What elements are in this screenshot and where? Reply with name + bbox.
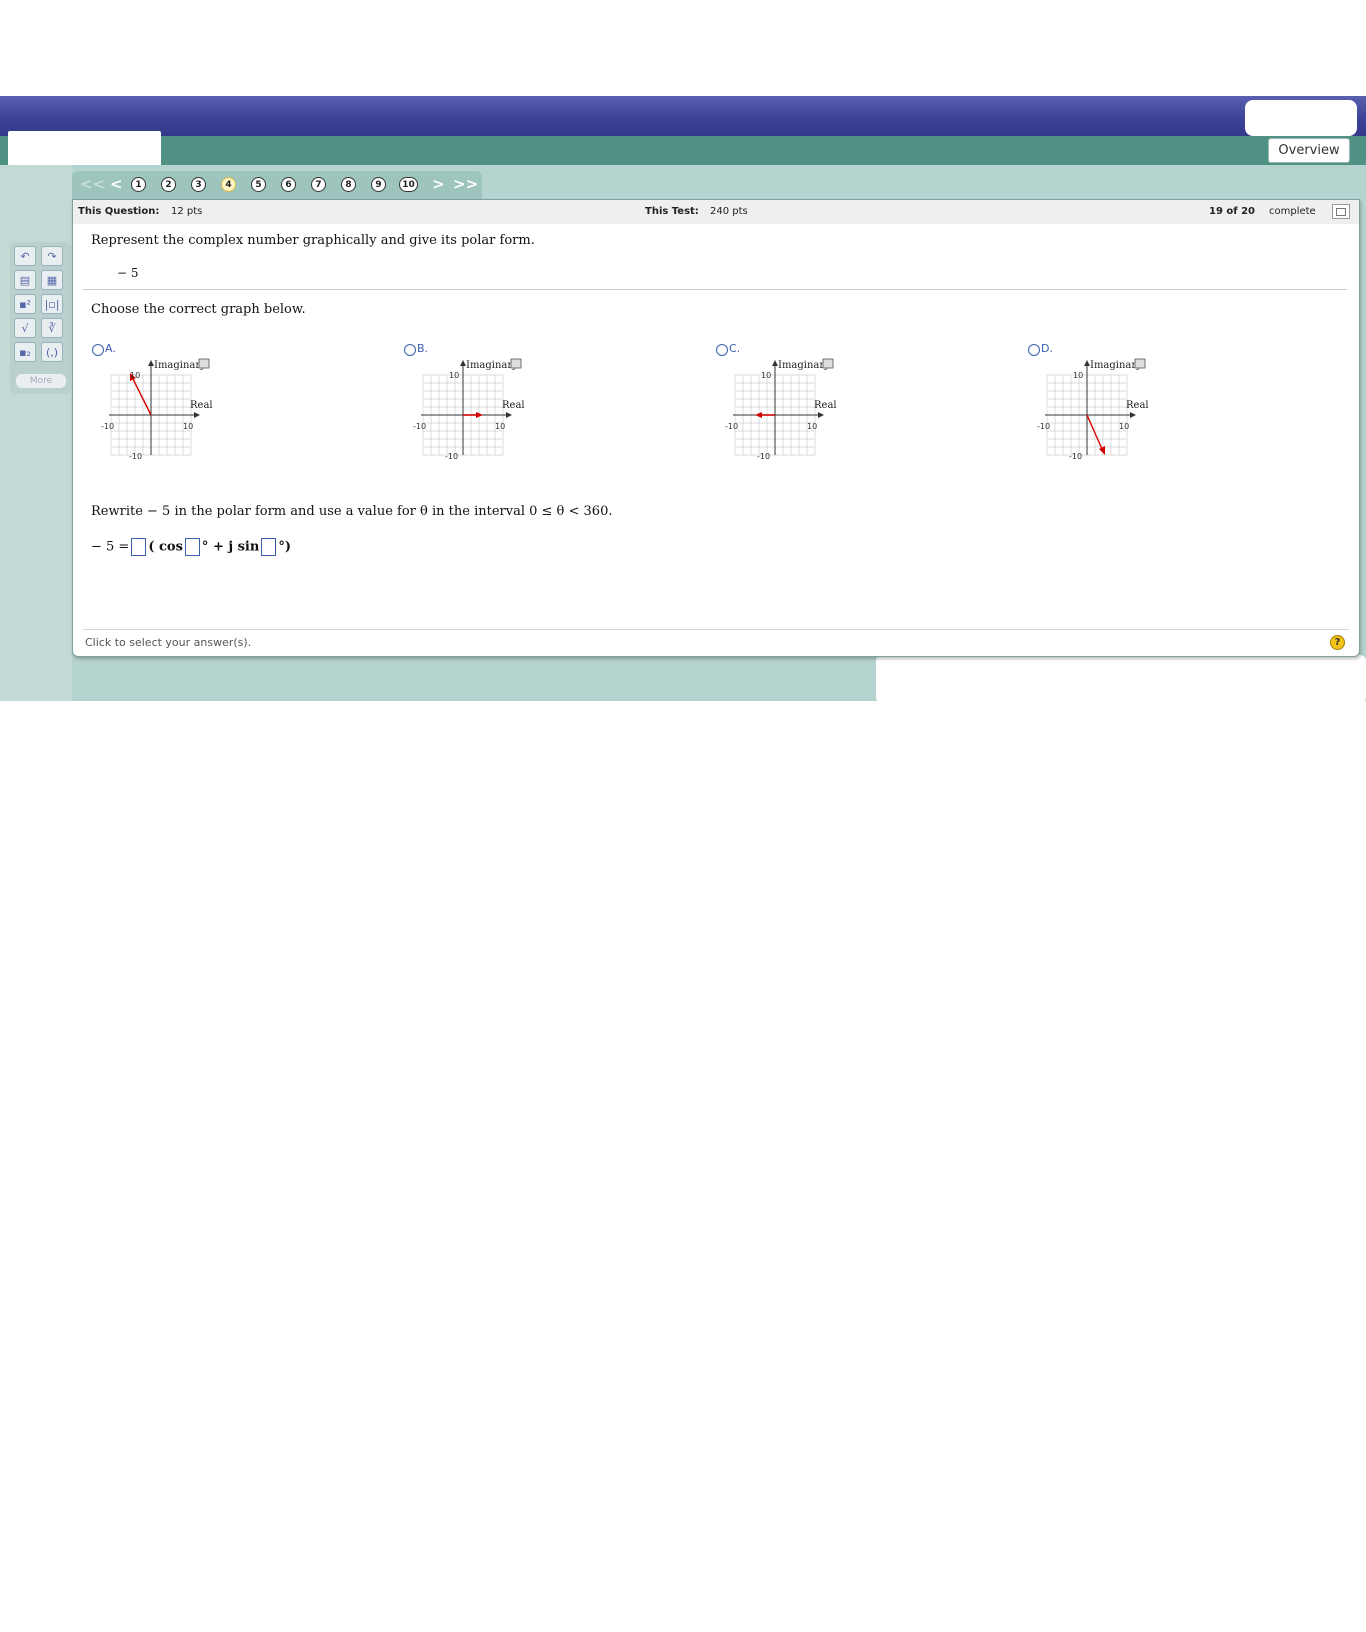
- question-navigation: << < 1 2 3 4 5 6 7 8 9 10 > >>: [72, 171, 482, 199]
- equation-lhs: − 5 =: [91, 539, 130, 555]
- footer-divider: [83, 629, 1349, 630]
- last-question-icon[interactable]: >>: [453, 175, 478, 193]
- fraction-icon[interactable]: ▤: [14, 270, 36, 290]
- option-d-label[interactable]: D.: [1041, 342, 1053, 355]
- redacted-title-area: [8, 131, 161, 166]
- question-link-7[interactable]: 7: [311, 177, 326, 192]
- option-c-tick-left: -10: [725, 422, 738, 431]
- polar-form-equation: − 5 = ( cos ° + j sin °): [91, 538, 291, 556]
- question-link-8[interactable]: 8: [341, 177, 356, 192]
- equation-close: °): [278, 539, 291, 555]
- option-a-label[interactable]: A.: [105, 342, 116, 355]
- question-link-9[interactable]: 9: [371, 177, 386, 192]
- option-d-tick-bottom: -10: [1069, 452, 1082, 461]
- exponent-icon[interactable]: ▪²: [14, 294, 36, 314]
- previous-question-icon[interactable]: <: [110, 175, 123, 193]
- option-d-graph[interactable]: Imaginary Real 10 -10 -10 10: [1037, 355, 1157, 465]
- help-icon[interactable]: ?: [1330, 635, 1345, 650]
- cos-angle-input[interactable]: [184, 538, 200, 556]
- redacted-bottom-area: [876, 655, 1366, 703]
- math-toolbar: ↶ ↷ ▤ ▦ ▪² |▫| √ ∛ ▪₂ (,) More: [10, 242, 71, 394]
- option-b-tick-right: 10: [495, 422, 505, 431]
- option-d-magnify-icon[interactable]: [1134, 358, 1146, 369]
- question-link-1[interactable]: 1: [131, 177, 146, 192]
- option-c-label[interactable]: C.: [729, 342, 740, 355]
- first-question-icon[interactable]: <<: [80, 175, 105, 193]
- option-c-graph-svg: Imaginary Real 10 -10 -10 10: [725, 358, 837, 461]
- expand-icon[interactable]: [1332, 204, 1350, 219]
- option-c-tick-top: 10: [761, 371, 771, 380]
- option-c-tick-bottom: -10: [757, 452, 770, 461]
- option-a-graph-svg: Imaginary Real 10 -10 -10 10: [101, 358, 213, 461]
- progress-count: 19 of 20: [1209, 206, 1256, 217]
- question-link-5[interactable]: 5: [251, 177, 266, 192]
- next-question-icon[interactable]: >: [432, 175, 445, 193]
- option-b-graph-svg: Imaginary Real 10 -10 -10 10: [413, 358, 525, 461]
- subscript-icon[interactable]: ▪₂: [14, 342, 36, 362]
- option-a-real-label: Real: [190, 400, 213, 411]
- complex-number: − 5: [117, 266, 139, 280]
- option-b-tick-top: 10: [449, 371, 459, 380]
- option-d-tick-top: 10: [1073, 371, 1083, 380]
- question-points-value: 12 pts: [171, 206, 203, 217]
- option-c-real-label: Real: [814, 400, 837, 411]
- option-b-imag-label: Imaginary: [466, 360, 518, 371]
- option-d-imag-label: Imaginary: [1090, 360, 1142, 371]
- option-b-label[interactable]: B.: [417, 342, 428, 355]
- option-c-tick-right: 10: [807, 422, 817, 431]
- overview-button[interactable]: Overview: [1268, 138, 1350, 163]
- question-link-4[interactable]: 4: [221, 177, 236, 192]
- option-a-tick-right: 10: [183, 422, 193, 431]
- more-button[interactable]: More: [16, 374, 66, 388]
- option-d-tick-right: 10: [1119, 422, 1129, 431]
- subheader-bar: [0, 136, 1366, 165]
- modulus-input[interactable]: [131, 538, 147, 556]
- question-link-10[interactable]: 10: [399, 177, 418, 192]
- option-d-graph-svg: Imaginary Real 10 -10 -10 10: [1037, 358, 1149, 461]
- question-info-bar: This Question: 12 pts This Test: 240 pts…: [73, 200, 1359, 224]
- nth-root-icon[interactable]: ∛: [41, 318, 63, 338]
- option-a-magnify-icon[interactable]: [198, 358, 210, 369]
- question-link-6[interactable]: 6: [281, 177, 296, 192]
- equation-sin: ° + j sin: [201, 539, 260, 555]
- option-a-imag-label: Imaginary: [154, 360, 206, 371]
- top-blank-area: [0, 0, 1366, 96]
- option-b-magnify-icon[interactable]: [510, 358, 522, 369]
- question-points-label: This Question:: [78, 206, 160, 217]
- sin-angle-input[interactable]: [261, 538, 277, 556]
- redo-icon[interactable]: ↷: [41, 246, 63, 266]
- option-a-tick-top: 10: [130, 371, 140, 380]
- test-points-value: 240 pts: [710, 206, 748, 217]
- rewrite-instruction: Rewrite − 5 in the polar form and use a …: [91, 504, 613, 519]
- question-prompt: Represent the complex number graphically…: [91, 233, 535, 248]
- option-a-tick-bottom: -10: [129, 452, 142, 461]
- option-a-graph[interactable]: Imaginary Real 10 -10 -10 10: [101, 355, 221, 465]
- test-points-label: This Test:: [645, 206, 699, 217]
- question-link-3[interactable]: 3: [191, 177, 206, 192]
- question-link-2[interactable]: 2: [161, 177, 176, 192]
- redacted-user-area: [1245, 100, 1357, 136]
- option-c-imag-label: Imaginary: [778, 360, 830, 371]
- mixed-number-icon[interactable]: ▦: [41, 270, 63, 290]
- option-b-tick-bottom: -10: [445, 452, 458, 461]
- undo-icon[interactable]: ↶: [14, 246, 36, 266]
- option-a-tick-left: -10: [101, 422, 114, 431]
- option-c-magnify-icon[interactable]: [822, 358, 834, 369]
- answer-hint: Click to select your answer(s).: [85, 636, 252, 649]
- option-b-real-label: Real: [502, 400, 525, 411]
- ordered-pair-icon[interactable]: (,): [41, 342, 63, 362]
- header-bar: [0, 96, 1366, 136]
- divider: [83, 289, 1347, 290]
- option-b-graph[interactable]: Imaginary Real 10 -10 -10 10: [413, 355, 533, 465]
- option-d-real-label: Real: [1126, 400, 1149, 411]
- option-b-tick-left: -10: [413, 422, 426, 431]
- choose-graph-instruction: Choose the correct graph below.: [91, 302, 306, 317]
- equation-cos: ( cos: [148, 539, 183, 555]
- option-d-tick-left: -10: [1037, 422, 1050, 431]
- square-root-icon[interactable]: √: [14, 318, 36, 338]
- absolute-value-icon[interactable]: |▫|: [41, 294, 63, 314]
- progress-label: complete: [1269, 206, 1316, 217]
- option-c-graph[interactable]: Imaginary Real 10 -10 -10 10: [725, 355, 845, 465]
- question-panel: This Question: 12 pts This Test: 240 pts…: [72, 199, 1360, 657]
